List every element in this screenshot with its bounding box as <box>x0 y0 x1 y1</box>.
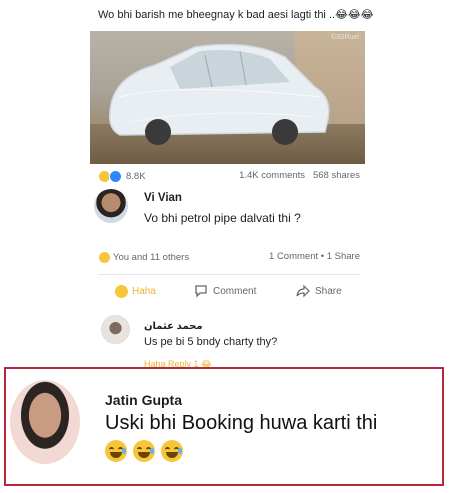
reactions-summary-label: You and 11 others <box>113 252 190 263</box>
sweat-smile-emoji-icon <box>133 440 155 462</box>
post-caption: Wo bhi barish me bheegnay k bad aesi lag… <box>98 9 374 21</box>
avatar[interactable] <box>10 380 80 464</box>
haha-label: Haha <box>132 286 156 297</box>
haha-button[interactable]: Haha <box>114 284 156 299</box>
share-button[interactable]: Share <box>296 284 342 298</box>
share-icon <box>296 284 310 298</box>
comment-text: Vo bhi petrol pipe dalvati thi ? <box>144 211 301 225</box>
comment-author[interactable]: Vi Vian <box>144 192 182 204</box>
action-bar: Haha Comment Share <box>98 284 360 302</box>
reaction-summary[interactable]: 8.8K <box>98 170 146 183</box>
comment-text: Us pe bi 5 bndy charty thy? <box>144 336 278 348</box>
sweat-smile-emoji-icon <box>105 440 127 462</box>
shares-count[interactable]: 568 shares <box>313 170 360 181</box>
comment-button[interactable]: Comment <box>194 284 256 298</box>
comment-icon <box>195 285 207 298</box>
comment-author[interactable]: Jatin Gupta <box>105 392 182 408</box>
reactions-summary[interactable]: You and 11 others <box>98 251 189 264</box>
haha-reaction-icon <box>98 251 111 264</box>
post-counts[interactable]: 1.4K comments 568 shares <box>239 170 360 181</box>
comments-count[interactable]: 1.4K comments <box>239 170 305 181</box>
comment-label: Comment <box>213 285 257 297</box>
reaction-count: 8.8K <box>126 171 146 182</box>
emoji-row <box>105 440 183 462</box>
comment-author[interactable]: محمد عثمان <box>144 321 203 332</box>
photo-watermark: ©3SRuel <box>330 34 359 41</box>
share-label: Share <box>315 285 342 297</box>
sweat-smile-emoji-icon <box>161 440 183 462</box>
plastic-wrapped-car-illustration <box>108 43 330 145</box>
like-reaction-icon <box>109 170 122 183</box>
comment-text: Uski bhi Booking huwa karti thi <box>105 412 378 434</box>
haha-icon <box>114 284 129 299</box>
avatar[interactable] <box>94 189 128 223</box>
divider <box>98 274 360 275</box>
comment-stats[interactable]: 1 Comment • 1 Share <box>269 251 360 262</box>
post-photo[interactable]: ©3SRuel <box>90 31 365 164</box>
avatar[interactable] <box>101 315 130 344</box>
